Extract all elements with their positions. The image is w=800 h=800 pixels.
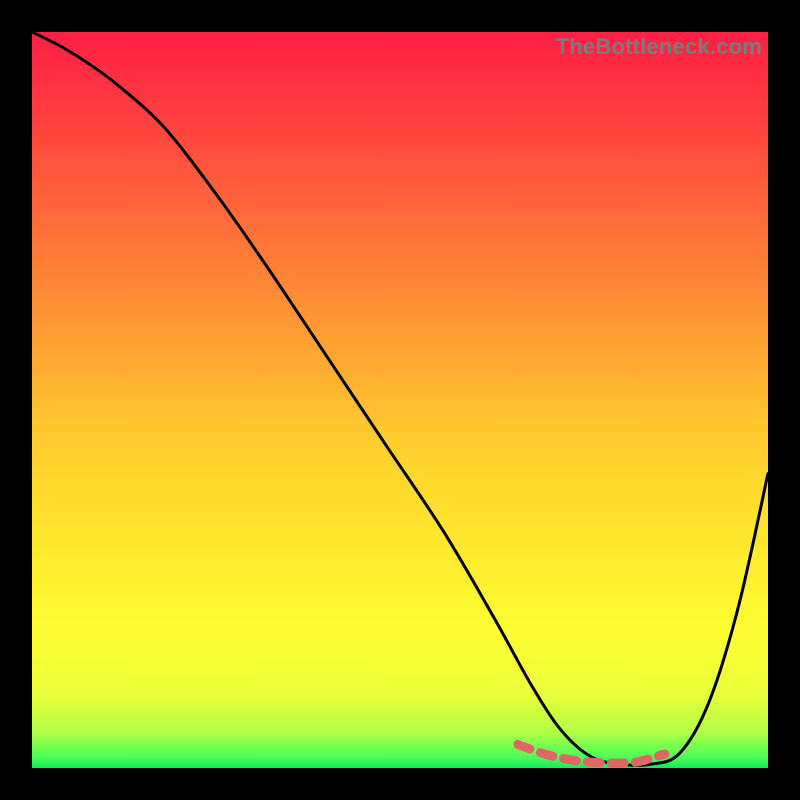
highlight-segment: [518, 744, 665, 763]
plot-area: TheBottleneck.com: [32, 32, 768, 768]
curve-layer: [32, 32, 768, 768]
main-curve: [32, 32, 768, 765]
watermark-text: TheBottleneck.com: [556, 34, 762, 60]
chart-stage: TheBottleneck.com: [0, 0, 800, 800]
